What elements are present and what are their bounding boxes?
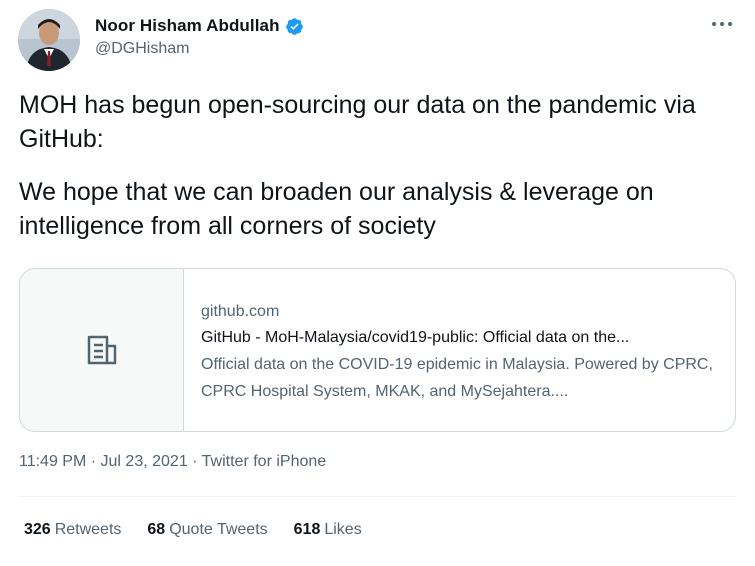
divider <box>19 496 736 497</box>
author-handle[interactable]: @DGHisham <box>95 40 304 58</box>
link-card-domain: github.com <box>201 303 280 320</box>
link-card[interactable]: github.com GitHub - MoH-Malaysia/covid19… <box>19 268 736 432</box>
link-card-description: Official data on the COVID-19 epidemic i… <box>201 356 713 400</box>
tweet-text-paragraph-1: MOH has begun open-sourcing our data on … <box>19 91 696 153</box>
link-card-thumbnail <box>20 269 184 431</box>
avatar-image <box>18 9 80 71</box>
retweets-count: 326 <box>24 521 51 538</box>
retweets-label: Retweets <box>54 521 122 538</box>
likes-count: 618 <box>293 521 321 538</box>
tweet-date[interactable]: Jul 23, 2021 <box>101 453 188 470</box>
verified-badge-icon <box>285 17 304 36</box>
quote-tweets-label: Quote Tweets <box>169 521 268 538</box>
likes-label: Likes <box>324 521 362 538</box>
retweets-stat[interactable]: 326 Retweets <box>24 521 121 539</box>
tweet-meta: 11:49 PM · Jul 23, 2021 · Twitter for iP… <box>19 453 326 471</box>
link-card-body: github.com GitHub - MoH-Malaysia/covid19… <box>184 269 735 431</box>
likes-stat[interactable]: 618 Likes <box>294 521 362 539</box>
quote-tweets-stat[interactable]: 68 Quote Tweets <box>147 521 267 539</box>
tweet: Noor Hisham Abdullah @DGHisham MOH has b… <box>0 0 755 566</box>
meta-separator: · <box>192 453 202 470</box>
document-icon <box>87 335 116 365</box>
tweet-source[interactable]: Twitter for iPhone <box>202 453 327 470</box>
quote-tweets-count: 68 <box>147 521 166 538</box>
more-options-icon[interactable] <box>707 12 737 36</box>
tweet-time[interactable]: 11:49 PM <box>19 453 86 470</box>
meta-separator: · <box>90 453 101 470</box>
tweet-stats: 326 Retweets 68 Quote Tweets 618 Likes <box>24 521 388 539</box>
author-name[interactable]: Noor Hisham Abdullah <box>95 16 280 36</box>
tweet-text-paragraph-2: We hope that we can broaden our analysis… <box>19 178 654 240</box>
avatar[interactable] <box>18 9 80 71</box>
link-card-title: GitHub - MoH-Malaysia/covid19-public: Of… <box>201 329 630 346</box>
author-info: Noor Hisham Abdullah @DGHisham <box>95 14 304 58</box>
